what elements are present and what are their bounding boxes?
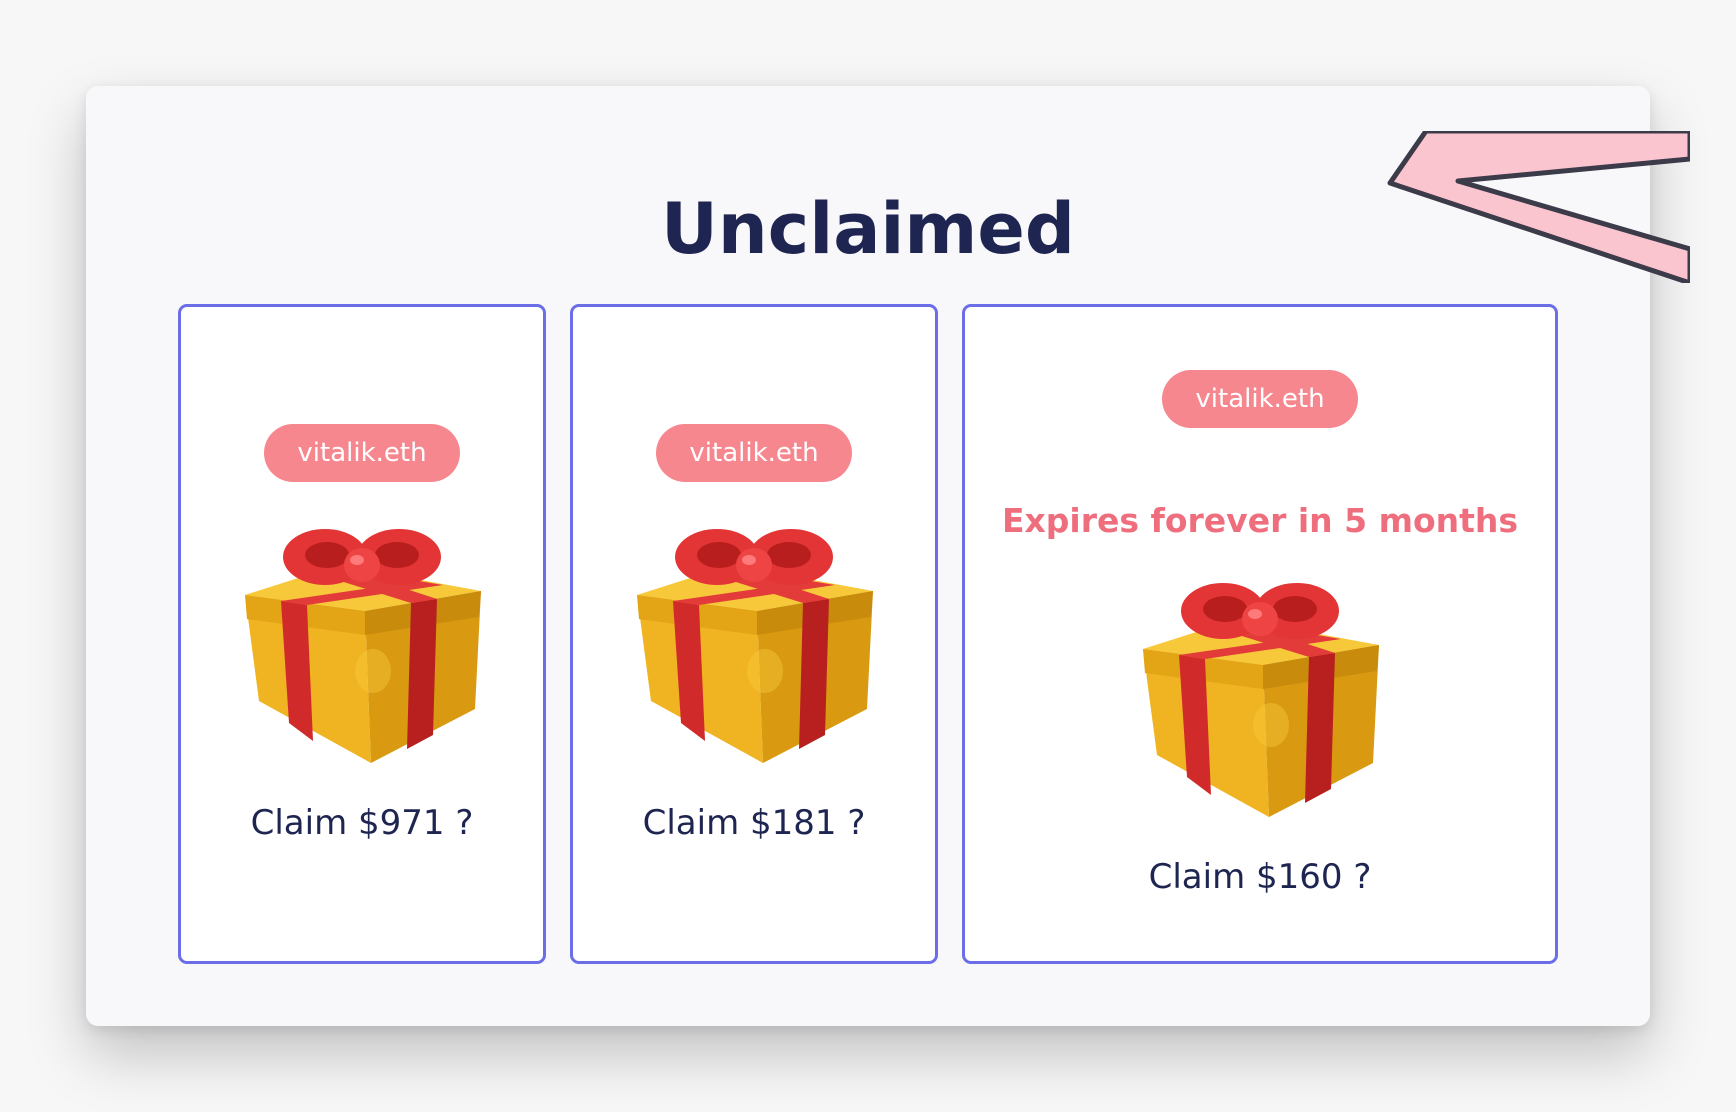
gift-card[interactable]: vitalik.eth Claim $971 ? [178, 304, 546, 964]
gift-icon [635, 523, 875, 763]
claim-link[interactable]: Claim $971 ? [181, 801, 543, 845]
gift-card[interactable]: vitalik.eth Expires forever in 5 months … [962, 304, 1558, 964]
expiry-notice: Expires forever in 5 months [1001, 501, 1519, 540]
recipient-badge: vitalik.eth [1162, 370, 1358, 428]
page-title: Unclaimed [661, 188, 1075, 270]
recipient-badge: vitalik.eth [264, 424, 460, 482]
recipient-badge: vitalik.eth [656, 424, 852, 482]
gift-card[interactable]: vitalik.eth Claim $181 ? [570, 304, 938, 964]
gift-icon [243, 523, 483, 763]
claim-link[interactable]: Claim $160 ? [965, 855, 1555, 899]
unclaimed-panel: Unclaimed vitalik.eth Claim $971 ? vital… [86, 86, 1690, 1026]
claim-link[interactable]: Claim $181 ? [573, 801, 935, 845]
gift-icon [1141, 577, 1381, 817]
